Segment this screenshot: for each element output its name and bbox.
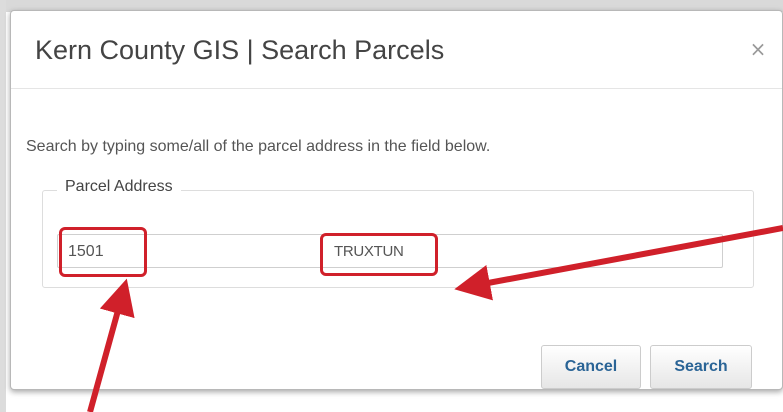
dialog-header: Kern County GIS | Search Parcels × bbox=[11, 11, 782, 89]
parcel-address-legend: Parcel Address bbox=[57, 178, 181, 196]
background-left-strip bbox=[0, 0, 6, 412]
close-icon[interactable]: × bbox=[748, 39, 768, 59]
screenshot-stage: Kern County GIS | Search Parcels × Searc… bbox=[0, 0, 783, 412]
search-button[interactable]: Search bbox=[650, 345, 752, 389]
highlight-box-number bbox=[59, 227, 147, 277]
instructions-text: Search by typing some/all of the parcel … bbox=[26, 138, 491, 155]
dialog-title: Kern County GIS | Search Parcels bbox=[35, 35, 445, 65]
cancel-button[interactable]: Cancel bbox=[541, 345, 641, 389]
highlight-box-street bbox=[320, 233, 438, 276]
